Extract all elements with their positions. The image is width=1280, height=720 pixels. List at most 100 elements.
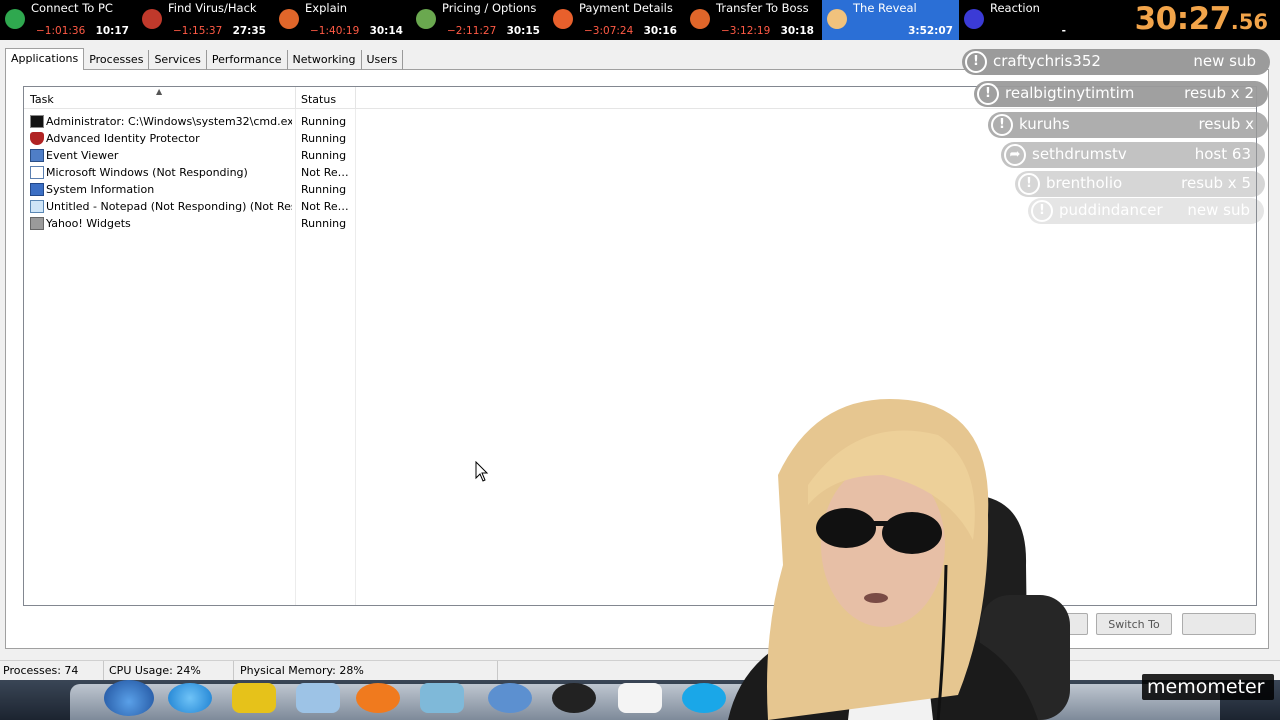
alert-type: host 63	[1194, 145, 1251, 163]
split-name: Pricing / Options	[442, 1, 537, 15]
task-status: Running	[301, 115, 347, 128]
alert-icon: !	[1018, 173, 1040, 195]
column-header-status[interactable]: Status	[296, 87, 356, 109]
webcam-overlay	[728, 398, 1070, 720]
split-time: 30:14	[369, 25, 403, 37]
alert-username: craftychris352	[993, 52, 1101, 70]
split-delta: −3:07:24	[584, 25, 634, 37]
tab-users[interactable]: Users	[362, 50, 404, 70]
alert-type: resub x 2	[1184, 84, 1254, 102]
split-time: -	[1061, 25, 1066, 37]
table-row[interactable]: Administrator: C:\Windows\system32\cmd.e…	[24, 113, 364, 130]
alert-username: puddindancer	[1059, 201, 1163, 219]
notepad-icon	[30, 200, 44, 213]
split-4: Pricing / Options −2:11:27 30:15	[411, 0, 548, 40]
tab-services[interactable]: Services	[149, 50, 207, 70]
split-1: Connect To PC −1:01:36 10:17	[0, 0, 137, 40]
face-icon	[827, 9, 847, 29]
pdf-icon[interactable]	[232, 683, 276, 713]
table-row[interactable]: Untitled - Notepad (Not Responding) (Not…	[24, 198, 364, 215]
task-status: Not Re…	[301, 166, 349, 179]
alert-type: resub x 5	[1181, 174, 1251, 192]
task-name: System Information	[46, 183, 155, 196]
task-name: Microsoft Windows (Not Responding)	[46, 166, 248, 179]
sub-alert: ! puddindancer new sub	[1028, 198, 1264, 224]
fire-icon	[553, 9, 573, 29]
window-icon	[30, 166, 44, 179]
tab-applications[interactable]: Applications	[5, 48, 85, 70]
folder-icon	[690, 9, 710, 29]
split-name: Connect To PC	[31, 1, 113, 15]
alert-username: kuruhs	[1019, 115, 1070, 133]
table-row[interactable]: Event Viewer Running	[24, 147, 364, 164]
folder-icon	[279, 9, 299, 29]
sub-alert: ➦ sethdrumstv host 63	[1001, 142, 1265, 168]
sub-alert: ! brentholio resub x 5	[1015, 171, 1265, 197]
split-5: Payment Details −3:07:24 30:16	[548, 0, 685, 40]
physical-memory: Physical Memory: 28%	[234, 661, 498, 681]
split-3: Explain −1:40:19 30:14	[274, 0, 411, 40]
split-7: The Reveal 3:52:07	[822, 0, 959, 40]
task-name: Event Viewer	[46, 149, 119, 162]
face-icon	[964, 9, 984, 29]
split-delta: −1:01:36	[36, 25, 86, 37]
table-row[interactable]: System Information Running	[24, 181, 364, 198]
split-time: 27:35	[232, 25, 266, 37]
alert-type: resub x	[1198, 115, 1254, 133]
tab-processes[interactable]: Processes	[84, 50, 150, 70]
alert-type: new sub	[1187, 201, 1250, 219]
split-time: 3:52:07	[908, 25, 953, 37]
task-status: Running	[301, 183, 347, 196]
app-icon[interactable]	[420, 683, 464, 713]
sub-alert: ! realbigtinytimtim resub x 2	[974, 81, 1268, 107]
split-name: Payment Details	[579, 1, 673, 15]
alert-username: realbigtinytimtim	[1005, 84, 1135, 102]
alert-username: brentholio	[1046, 174, 1123, 192]
timer-main: 30:27	[1134, 1, 1232, 37]
split-time: 30:15	[506, 25, 540, 37]
shield-icon	[30, 132, 44, 145]
alert-type: new sub	[1193, 52, 1256, 70]
alert-icon: !	[1031, 200, 1053, 222]
column-header-task[interactable]: Task ▲	[24, 87, 296, 109]
widgets-icon	[30, 217, 44, 230]
cpu-usage: CPU Usage: 24%	[104, 661, 234, 681]
folder-icon[interactable]	[296, 683, 340, 713]
table-row[interactable]: Yahoo! Widgets Running	[24, 215, 364, 232]
alert-icon: !	[991, 114, 1013, 136]
task-status: Running	[301, 149, 347, 162]
task-status: Running	[301, 217, 347, 230]
column-task-label: Task	[30, 93, 54, 106]
split-time: 30:16	[643, 25, 677, 37]
split-name: Transfer To Boss	[716, 1, 809, 15]
search-icon[interactable]	[488, 683, 532, 713]
split-delta: −2:11:27	[447, 25, 497, 37]
start-orb-icon[interactable]	[104, 680, 154, 716]
sort-ascending-icon: ▲	[156, 87, 163, 96]
split-6: Transfer To Boss −3:12:19 30:18	[685, 0, 822, 40]
split-name: Find Virus/Hack	[168, 1, 257, 15]
split-delta: −1:40:19	[310, 25, 360, 37]
split-8: Reaction -	[959, 0, 1096, 40]
tab-performance[interactable]: Performance	[207, 50, 288, 70]
tab-strip: Applications Processes Services Performa…	[5, 48, 404, 70]
alert-icon: !	[977, 83, 999, 105]
task-name: Yahoo! Widgets	[46, 217, 131, 230]
share-icon: ➦	[1004, 144, 1026, 166]
sub-alert: ! craftychris352 new sub	[962, 49, 1270, 75]
new-task-button[interactable]	[1182, 613, 1256, 635]
browser-icon[interactable]	[168, 683, 212, 713]
media-player-icon[interactable]	[356, 683, 400, 713]
task-status: Running	[301, 132, 347, 145]
tab-networking[interactable]: Networking	[288, 50, 362, 70]
split-time: 10:17	[95, 25, 129, 37]
memometer-badge: memometer	[1142, 674, 1274, 700]
app-dark-icon[interactable]	[552, 683, 596, 713]
task-name: Advanced Identity Protector	[46, 132, 200, 145]
split-name: Explain	[305, 1, 348, 15]
mouse-cursor-icon	[475, 461, 489, 482]
table-row[interactable]: Advanced Identity Protector Running	[24, 130, 364, 147]
table-row[interactable]: Microsoft Windows (Not Responding) Not Re…	[24, 164, 364, 181]
system-info-icon	[30, 183, 44, 196]
notepad-icon[interactable]	[618, 683, 662, 713]
